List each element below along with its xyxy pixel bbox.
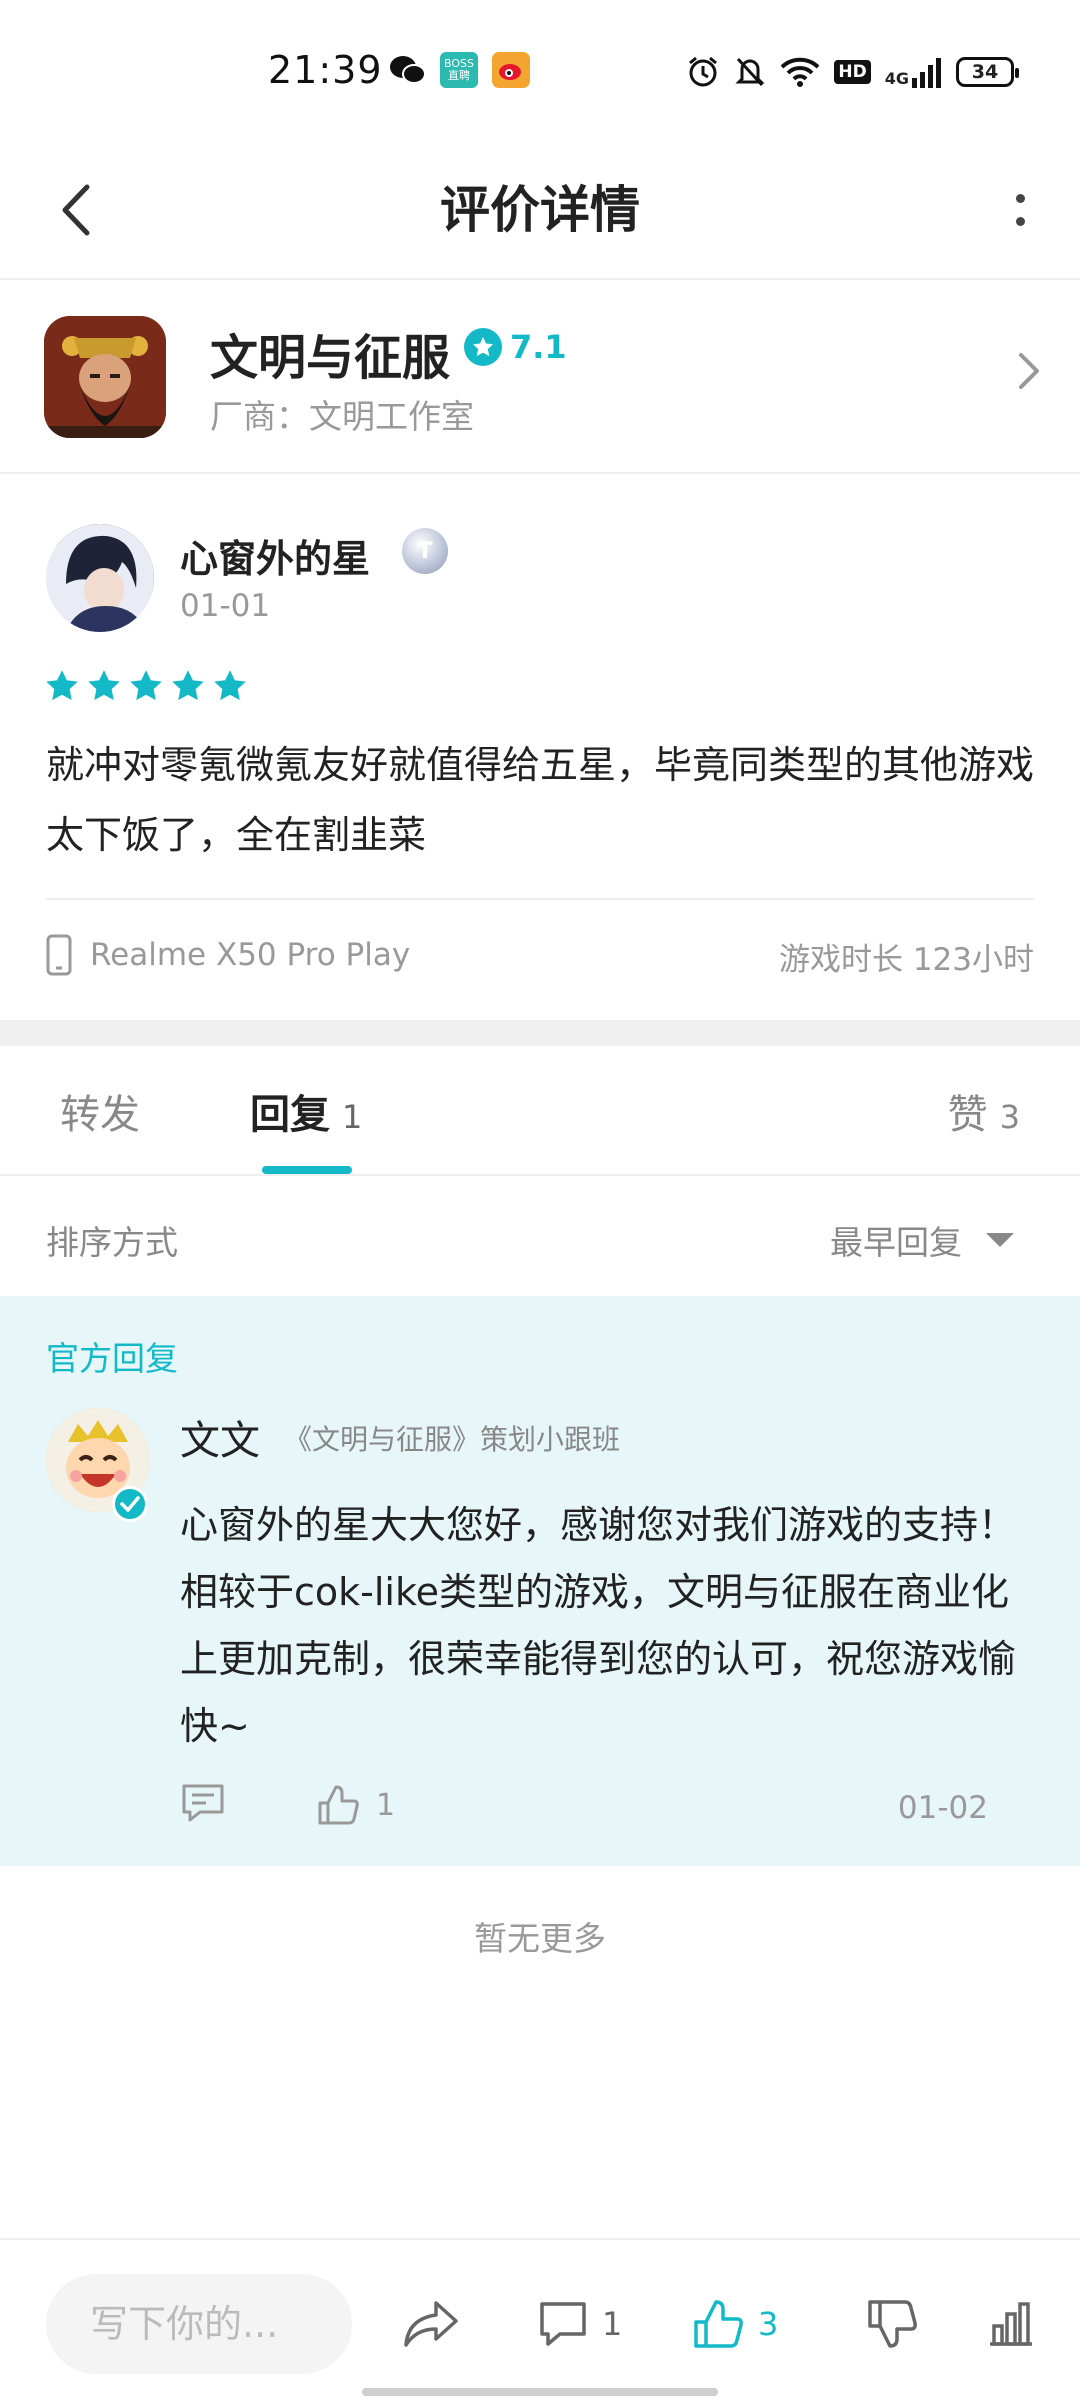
tab-bar: 转发 回复 1 赞 3 bbox=[0, 1046, 1080, 1176]
tab-forward-label: 转发 bbox=[60, 1092, 140, 1138]
comment-icon bbox=[182, 1784, 224, 1822]
official-reply-date: 01-02 bbox=[897, 1790, 988, 1826]
tab-like-count: 3 bbox=[999, 1098, 1020, 1136]
mute-icon bbox=[735, 57, 766, 87]
game-card[interactable]: 文明与征服 7.1 厂商：文明工作室 bbox=[0, 282, 1080, 474]
review-text: 就冲对零氪微氪友好就值得给五星，毕竟同类型的其他游戏太下饭了，全在割韭菜 bbox=[46, 743, 1035, 857]
boss-zhipin-icon: BOSS 直聘 bbox=[440, 52, 478, 88]
star-icon bbox=[130, 670, 162, 701]
device-info: Realme X50 Pro Play bbox=[46, 934, 410, 976]
weibo-icon bbox=[492, 52, 530, 88]
playtime: 游戏时长 123小时 bbox=[778, 942, 1034, 978]
stats-button[interactable] bbox=[986, 2292, 1036, 2356]
alarm-icon bbox=[689, 56, 718, 87]
wifi-icon bbox=[781, 57, 820, 87]
comment-count: 1 bbox=[602, 2305, 623, 2343]
like-count: 3 bbox=[758, 2305, 779, 2343]
header: 评价详情 bbox=[0, 140, 1080, 280]
system-status-icons: HD 4G 34 bbox=[686, 52, 1019, 92]
thumbs-down-icon bbox=[868, 2300, 917, 2348]
official-reply: 官方回复 文文 《文明与征服》策划小跟班 心窗外的星大大您好，感谢您对我们游戏的… bbox=[0, 1296, 1080, 1866]
hd-icon: HD bbox=[834, 60, 871, 84]
network-type: 4G bbox=[884, 69, 909, 88]
bottom-action-bar: 写下你的... 1 3 bbox=[0, 2238, 1080, 2400]
review-stars bbox=[44, 668, 248, 704]
section-separator bbox=[0, 1020, 1080, 1046]
tab-reply-count: 1 bbox=[342, 1098, 363, 1136]
sort-dropdown[interactable]: 最早回复 bbox=[830, 1216, 1014, 1264]
official-reply-text: 心窗外的星大大您好，感谢您对我们游戏的支持！相较于cok-like类型的游戏，文… bbox=[180, 1503, 1017, 1748]
tab-like[interactable]: 赞 3 bbox=[948, 1082, 1020, 1140]
reply-actions: 1 bbox=[180, 1782, 395, 1828]
status-time: 21:39 bbox=[268, 48, 383, 92]
share-arrow-icon bbox=[404, 2301, 458, 2347]
comment-icon bbox=[540, 2302, 586, 2346]
game-rating: 7.1 bbox=[464, 328, 567, 366]
more-dot-icon bbox=[1015, 194, 1025, 203]
signal-4g-icon: 4G bbox=[885, 56, 942, 88]
reply-like-count: 1 bbox=[376, 1787, 396, 1823]
tab-reply[interactable]: 回复 1 bbox=[250, 1082, 362, 1140]
more-dot-icon bbox=[1015, 217, 1025, 226]
star-icon bbox=[214, 670, 246, 701]
tab-reply-label: 回复 bbox=[250, 1092, 330, 1138]
reviewer-name[interactable]: 心窗外的星 bbox=[180, 528, 370, 583]
tab-forward[interactable]: 转发 bbox=[60, 1082, 140, 1140]
sort-label: 排序方式 bbox=[46, 1223, 178, 1262]
rating-star-icon bbox=[464, 328, 502, 366]
divider bbox=[46, 898, 1034, 900]
bar-chart-icon bbox=[990, 2302, 1032, 2346]
share-button[interactable] bbox=[402, 2292, 460, 2356]
star-icon bbox=[88, 670, 120, 701]
active-tab-indicator bbox=[262, 1166, 352, 1174]
comment-input[interactable]: 写下你的... bbox=[46, 2274, 352, 2374]
sort-row: 排序方式 最早回复 bbox=[0, 1178, 1080, 1296]
star-icon bbox=[46, 670, 78, 701]
no-more-text: 暂无更多 bbox=[474, 1919, 606, 1958]
game-name: 文明与征服 bbox=[210, 330, 451, 386]
comment-button[interactable]: 1 bbox=[538, 2292, 622, 2356]
level-badge-icon: T bbox=[402, 528, 448, 574]
official-reply-label: 官方回复 bbox=[46, 1339, 178, 1378]
star-icon bbox=[172, 670, 204, 701]
wechat-icon bbox=[388, 52, 428, 88]
review: 心窗外的星 T 01-01 就冲对零氪微氪友好就值得给五星，毕竟同类型的其他游戏… bbox=[0, 476, 1080, 1021]
boss-label-bottom: 直聘 bbox=[448, 69, 470, 82]
thumbs-up-icon bbox=[694, 2300, 743, 2348]
more-options-button[interactable] bbox=[990, 170, 1050, 250]
battery-icon: 34 bbox=[956, 57, 1019, 87]
phone-icon bbox=[46, 934, 72, 976]
chevron-right-icon bbox=[1018, 352, 1040, 394]
official-role: 《文明与征服》策划小跟班 bbox=[284, 1423, 621, 1456]
sort-selected: 最早回复 bbox=[830, 1223, 962, 1262]
reply-comment-button[interactable] bbox=[180, 1782, 226, 1828]
game-icon bbox=[44, 316, 166, 438]
dropdown-triangle-icon bbox=[986, 1233, 1014, 1247]
tab-like-label: 赞 bbox=[947, 1092, 988, 1138]
reply-like-button[interactable]: 1 bbox=[316, 1783, 395, 1827]
reviewer-avatar[interactable] bbox=[46, 524, 154, 632]
device-name: Realme X50 Pro Play bbox=[90, 937, 411, 973]
review-date: 01-01 bbox=[180, 588, 271, 624]
home-indicator[interactable] bbox=[362, 2388, 718, 2396]
like-button[interactable]: 3 bbox=[692, 2292, 778, 2356]
verified-check-icon bbox=[112, 1486, 148, 1522]
thumbs-up-icon bbox=[318, 1785, 359, 1825]
dislike-button[interactable] bbox=[866, 2292, 918, 2356]
page-title: 评价详情 bbox=[440, 181, 640, 239]
status-bar: 21:39 BOSS 直聘 HD 4G 34 bbox=[0, 0, 1080, 140]
official-author[interactable]: 文文 bbox=[180, 1408, 260, 1466]
rating-value: 7.1 bbox=[510, 328, 567, 366]
game-vendor: 厂商：文明工作室 bbox=[210, 397, 474, 436]
